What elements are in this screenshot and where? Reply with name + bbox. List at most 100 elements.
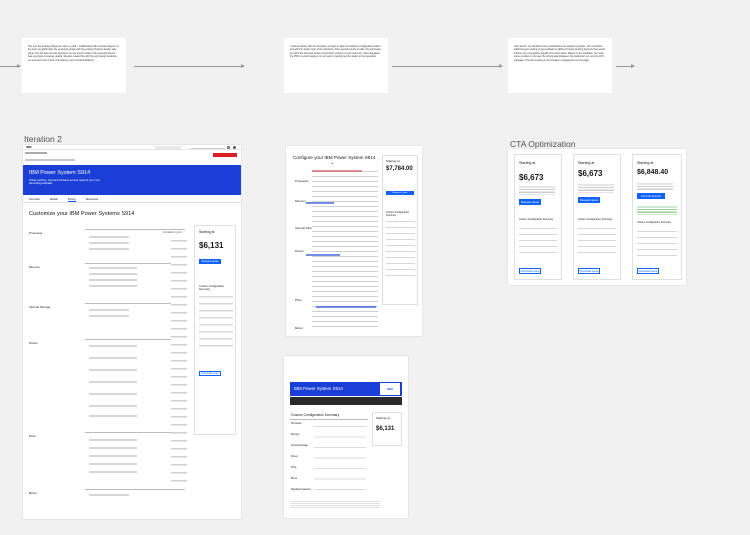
markup-blueline-3 [316, 306, 376, 308]
masthead-search-input[interactable] [191, 146, 225, 149]
hero-banner: IBM Power System S914 Virtual machines, … [23, 165, 241, 195]
pdf-ibm-logo: IBM [380, 383, 400, 395]
cta-optimization-board: Starting at $6,673 Request quote Custom … [508, 149, 686, 285]
cta-2-caption [578, 183, 614, 193]
cta-2-label: Starting at [578, 161, 595, 165]
cta-1-summary-lines [519, 225, 557, 257]
pdf-starting-label: Starting at [376, 416, 390, 420]
cta-2-price: $6,673 [578, 169, 603, 178]
request-quote-button[interactable]: Request quote [199, 259, 221, 264]
cta-2-request-quote-button[interactable]: Request quote [578, 197, 600, 203]
price-column [171, 235, 187, 485]
pdf-footer-text [290, 500, 380, 508]
summary-title: Custom Configuration Summary [199, 285, 225, 291]
iteration-2-mockup: IBM IBM Power System S914 Virtual machin… [23, 145, 241, 519]
cta-1-request-quote-button[interactable]: Request quote [519, 199, 541, 205]
markup-request-quote-button[interactable]: Request Quote [386, 191, 414, 195]
markup-starting-label: Starting at [386, 159, 400, 163]
search-icon[interactable] [227, 146, 230, 149]
markup-summary-panel: Starting at $7,784.00 Request Quote Cust… [382, 155, 418, 305]
cta-card-2: Starting at $6,673 Request quote Custom … [573, 154, 621, 280]
markup-redline [312, 170, 362, 172]
markup-summary-lines [386, 218, 415, 278]
pdf-row-drives: Drives [291, 455, 298, 458]
cta-3-summary-lines [637, 228, 677, 256]
cta-3-summary: Custom Configuration Summary [637, 221, 672, 224]
pdf-row-bezel: Bezel [291, 477, 297, 480]
cta-3-caption [637, 182, 673, 190]
markup-group-bezel: Bezel [295, 326, 303, 330]
hero-title: IBM Power System S914 [29, 170, 91, 176]
cta-1-price: $6,673 [519, 173, 544, 182]
tab-resources[interactable]: Resources [86, 198, 98, 201]
markup-price: $7,784.00 [386, 166, 413, 172]
hero-subtitle: Virtual machines, cloud and container se… [29, 179, 100, 185]
pdf-row-storage: Internal Storage [291, 444, 309, 447]
price-summary-panel: Starting at $6,131 Request quote Custom … [194, 225, 236, 435]
search-box[interactable] [155, 146, 181, 149]
flow-arrow-in [0, 64, 21, 68]
cta-2-download-button[interactable]: Download quote [578, 268, 600, 274]
group-bezel: Bezel [29, 491, 37, 495]
group-internal-storage: Internal Storage [29, 305, 51, 309]
markup-mockup: Configure your IBM Power System S914 ▲ P… [286, 146, 422, 336]
pdf-summary-title: Custom Configuration Summary [291, 413, 340, 417]
cta-2-summary: Custom Configuration Summary [578, 218, 613, 221]
flow-arrow-1 [134, 64, 245, 68]
group-memory: Memory [29, 265, 40, 269]
starting-at-label: Starting at [199, 230, 215, 234]
pdf-row-pcie: PCIe [291, 466, 297, 469]
cta-1-label: Starting at [519, 161, 536, 165]
markup-group-memory: Memory [295, 199, 306, 203]
cta-1-download-button[interactable]: Download quote [519, 268, 541, 274]
cta-3-download-button[interactable]: Download quote [637, 268, 659, 274]
pdf-row-processor: Processor [291, 422, 302, 425]
user-icon[interactable] [233, 146, 236, 149]
download-quote-button[interactable]: Download quote [199, 371, 221, 376]
cta-2-summary-lines [578, 225, 616, 257]
markup-blueline-2 [306, 254, 340, 256]
cta-section-title: CTA Optimization [510, 139, 576, 149]
markup-blueline-1 [306, 202, 334, 204]
pdf-product-image [290, 397, 402, 405]
flow-arrow-out [616, 64, 635, 68]
pdf-price-box: Starting at $6,131 [372, 412, 402, 446]
markup-title: Configure your IBM Power System S914 [293, 155, 376, 160]
markup-group-drives: Drives [295, 249, 304, 253]
markup-annotation: ▲ [331, 162, 334, 165]
pdf-mockup: IBM Power System S914 IBM Custom Configu… [284, 356, 408, 518]
summary-lines [199, 292, 233, 352]
tab-bar: Overview Details Pricing Resources [23, 197, 241, 203]
pdf-row-values [314, 422, 366, 492]
cta-3-label: Starting at [637, 161, 654, 165]
flow-arrow-2 [392, 64, 503, 68]
iteration-title: Iteration 2 [24, 134, 62, 144]
group-drives: Drives [29, 341, 38, 345]
markup-option-lines [312, 168, 378, 328]
pdf-price: $6,131 [376, 426, 395, 432]
pdf-row-memory: Memory [291, 433, 300, 436]
starting-price: $6,131 [199, 241, 224, 250]
process-note-1: The new the working design we came up wi… [22, 38, 126, 93]
process-note-3: After launch, we identified some optimiz… [508, 38, 612, 93]
pdf-row-features: Standard Features [291, 488, 311, 491]
process-note-2: I worked closely with the developer to b… [284, 38, 388, 93]
cta-3-formal-quote-button[interactable]: Get a formal quote [637, 193, 665, 199]
markup-summary: Custom Configuration Summary [386, 211, 410, 217]
breadcrumb[interactable] [25, 159, 75, 161]
tab-pricing[interactable]: Pricing [67, 198, 76, 202]
cta-1-caption [519, 185, 555, 195]
ibm-logo: IBM [26, 145, 32, 149]
contact-sales-button[interactable] [213, 153, 237, 157]
cta-1-summary: Custom Configuration Summary [519, 218, 554, 221]
pdf-hero-title: IBM Power System S914 [294, 386, 343, 391]
cta-card-1: Starting at $6,673 Request quote Custom … [514, 154, 562, 280]
group-processor: Processor [29, 231, 43, 235]
tab-overview[interactable]: Overview [29, 198, 40, 201]
cta-card-3: Starting at $6,848.40 Get a formal quote… [632, 154, 682, 280]
markup-group-pcie: PCIe [295, 298, 302, 302]
tab-details[interactable]: Details [50, 198, 58, 201]
group-pcie: PCIe [29, 434, 36, 438]
pdf-divider [290, 419, 368, 420]
cta-3-backorder-text [637, 205, 677, 215]
